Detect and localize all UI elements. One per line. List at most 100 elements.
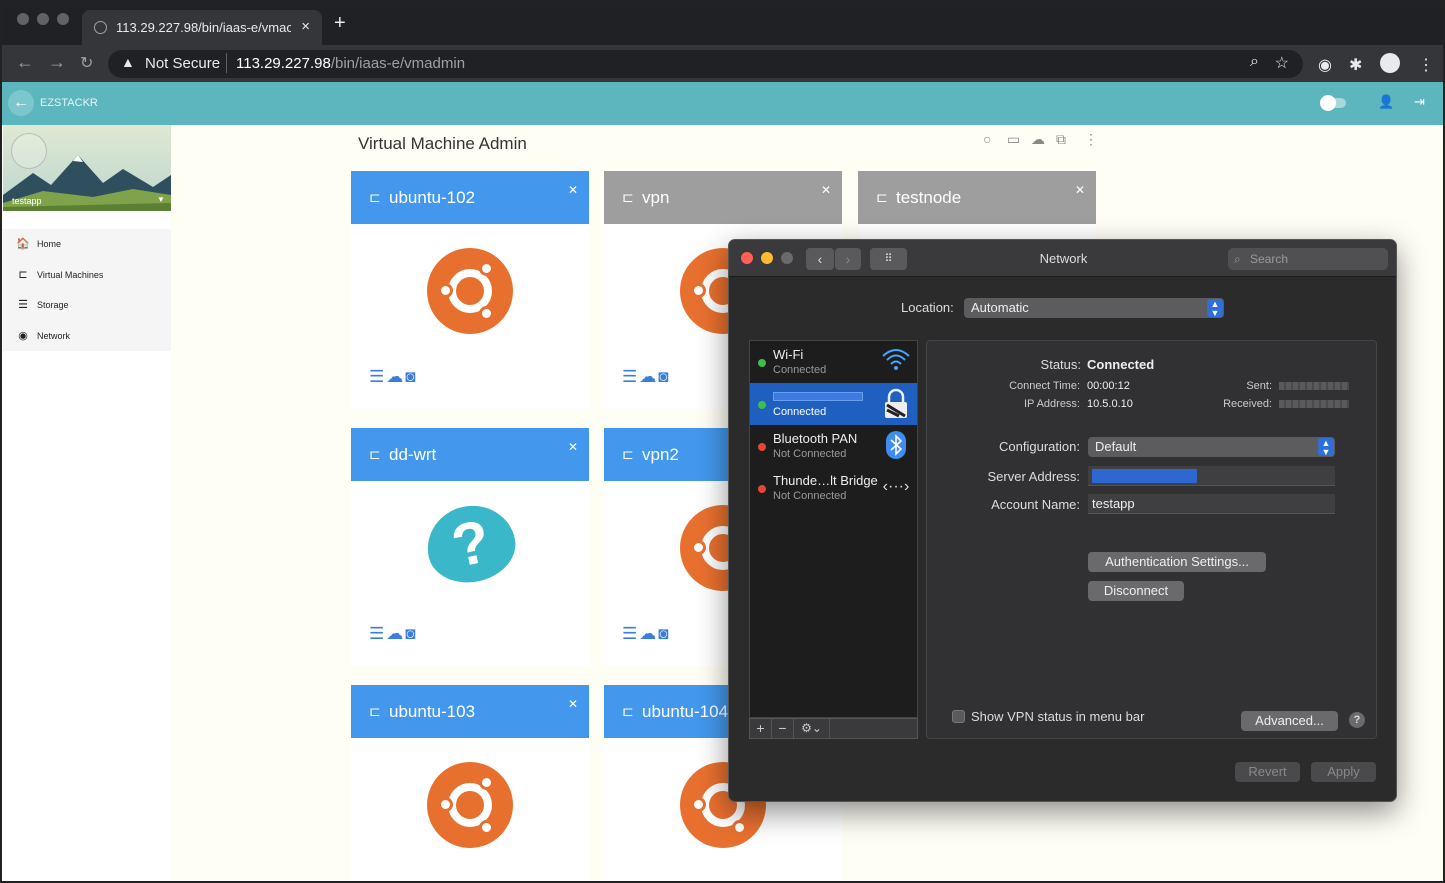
service-name: Bluetooth PAN — [773, 431, 858, 446]
refresh-icon[interactable]: ○ — [983, 131, 991, 147]
search-input[interactable]: ⌕ Search — [1228, 248, 1388, 270]
laptop-icon: ⊏ — [622, 446, 634, 462]
location-select[interactable]: Automatic ▲ ▼ — [964, 298, 1224, 318]
cloud-upload-icon[interactable]: ☁ — [386, 624, 405, 643]
window-zoom-button[interactable] — [57, 13, 69, 25]
camera-icon[interactable]: ◙ — [405, 367, 417, 386]
vm-actions: ☰☁◙ — [622, 367, 671, 387]
redacted-service-name — [773, 392, 863, 401]
cloud-upload-icon[interactable]: ☁ — [639, 367, 658, 386]
sidebar-item-network[interactable]: ◉ Network — [3, 321, 171, 351]
window-close-button[interactable] — [17, 13, 29, 25]
cloud-upload-icon[interactable]: ☁ — [639, 624, 658, 643]
list-icon[interactable]: ☰ — [369, 367, 386, 386]
list-icon[interactable]: ☰ — [369, 624, 386, 643]
revert-button[interactable]: Revert — [1235, 762, 1300, 782]
theme-toggle[interactable] — [1320, 95, 1346, 111]
close-icon[interactable]: ✕ — [568, 697, 578, 711]
camera-icon[interactable]: ◙ — [405, 624, 417, 643]
cloud-upload-icon[interactable]: ☁ — [386, 367, 405, 386]
reload-icon[interactable]: ↻ — [80, 53, 93, 73]
window-minimize-button[interactable] — [37, 13, 49, 25]
camera-icon[interactable]: ◙ — [658, 624, 670, 643]
address-bar[interactable]: ▲ Not Secure 113.29.227.98/bin/iaas-e/vm… — [108, 50, 1303, 78]
list-item[interactable]: Connected — [750, 383, 917, 425]
list-item[interactable]: Bluetooth PAN Not Connected — [750, 425, 917, 467]
vpn-lock-icon — [881, 388, 911, 418]
tab-close-icon[interactable]: × — [301, 18, 310, 35]
status-label: Status: — [1040, 357, 1081, 372]
vm-card-header[interactable]: ⊏ vpn ✕ — [604, 171, 842, 224]
back-arrow-icon[interactable]: ← — [8, 90, 34, 116]
network-preferences-window: ‹ › ⠿ Network ⌕ Search Location: Automat… — [728, 239, 1397, 802]
gear-icon[interactable]: ⚙⌄ — [794, 719, 830, 738]
puzzle-icon[interactable]: ✱ — [1349, 55, 1362, 75]
ip-address-label: IP Address: — [1023, 398, 1080, 410]
avatar[interactable] — [11, 133, 47, 169]
authentication-settings-button[interactable]: Authentication Settings... — [1088, 552, 1266, 572]
vm-card-header[interactable]: ⊏ ubuntu-102 ✕ — [351, 171, 589, 224]
tab-title: 113.29.227.98/bin/iaas-e/vmac — [116, 20, 291, 35]
bookmark-star-icon[interactable]: ☆ — [1275, 53, 1289, 73]
show-vpn-status-label: Show VPN status in menu bar — [971, 709, 1145, 724]
list-icon[interactable]: ☰ — [622, 624, 639, 643]
more-vert-icon[interactable]: ⋮ — [1084, 131, 1098, 148]
list-icon[interactable]: ☰ — [622, 367, 639, 386]
redacted-server-address — [1092, 469, 1197, 483]
unknown-os-icon: ? — [420, 497, 522, 591]
advanced-button[interactable]: Advanced... — [1241, 711, 1338, 731]
close-icon[interactable]: ✕ — [568, 440, 578, 454]
vm-name: vpn — [642, 188, 670, 207]
disconnect-button[interactable]: Disconnect — [1088, 581, 1184, 601]
close-icon[interactable]: ✕ — [821, 183, 831, 197]
service-status: Not Connected — [773, 490, 847, 502]
browser-tab[interactable]: 113.29.227.98/bin/iaas-e/vmac × — [82, 10, 322, 45]
close-icon[interactable]: ✕ — [568, 183, 578, 197]
bluetooth-icon — [881, 430, 911, 460]
sidebar-item-storage[interactable]: ☰ Storage — [3, 290, 171, 320]
new-tab-button[interactable]: + — [334, 13, 346, 33]
account-icon[interactable]: 👤 — [1378, 94, 1394, 110]
vm-card-header[interactable]: ⊏ dd-wrt ✕ — [351, 428, 589, 481]
location-label: Location: — [901, 300, 954, 315]
add-service-button[interactable]: + — [750, 719, 772, 738]
chevron-updown-icon: ▲ ▼ — [1207, 299, 1223, 318]
browser-menu-icon[interactable]: ⋮ — [1418, 55, 1434, 75]
divider — [226, 53, 227, 73]
chevron-down-icon[interactable]: ▼ — [157, 195, 165, 204]
vm-actions: ☰☁◙ — [622, 624, 671, 644]
profile-banner: testapp ▼ — [3, 125, 171, 211]
show-vpn-status-checkbox[interactable] — [952, 710, 965, 723]
vm-name: ubuntu-104 — [642, 702, 729, 721]
profile-avatar[interactable] — [1380, 53, 1400, 73]
camera-icon[interactable]: ◙ — [658, 367, 670, 386]
vm-card-header[interactable]: ⊏ testnode ✕ — [858, 171, 1096, 224]
forward-arrow-icon[interactable]: → — [48, 52, 66, 73]
account-name-field[interactable]: testapp — [1088, 494, 1335, 514]
logout-icon[interactable]: ⇥ — [1414, 94, 1425, 110]
back-arrow-icon[interactable]: ← — [16, 52, 34, 73]
console-icon[interactable]: ▭ — [1007, 131, 1020, 148]
sidebar-item-home[interactable]: 🏠 Home — [3, 229, 171, 259]
security-label: Not Secure — [145, 55, 221, 72]
laptop-off-icon: ⊏ — [876, 189, 888, 205]
apply-button[interactable]: Apply — [1311, 762, 1376, 782]
zoom-icon[interactable]: ⌕ — [1250, 53, 1259, 71]
copy-icon[interactable]: ⧉ — [1056, 131, 1066, 148]
remove-service-button[interactable]: − — [772, 719, 794, 738]
sidebar-item-virtual-machines[interactable]: ⊏ Virtual Machines — [3, 260, 171, 290]
server-address-field[interactable] — [1088, 466, 1335, 486]
extension-icon[interactable]: ◉ — [1318, 55, 1332, 75]
list-item[interactable]: Thunde…lt Bridge Not Connected ‹···› — [750, 467, 917, 509]
sent-meter — [1279, 382, 1349, 390]
help-button[interactable]: ? — [1349, 712, 1365, 728]
account-name-label: Account Name: — [991, 497, 1080, 512]
list-item[interactable]: Wi-Fi Connected — [750, 341, 917, 383]
cloud-upload-icon[interactable]: ☁ — [1031, 131, 1045, 148]
close-icon[interactable]: ✕ — [1075, 183, 1085, 197]
laptop-icon: ⊏ — [622, 703, 634, 719]
status-dot — [758, 359, 766, 367]
configuration-select[interactable]: Default ▲ ▼ — [1088, 437, 1335, 457]
vpn-detail-pane: Status: Connected Connect Time: 00:00:12… — [926, 340, 1377, 739]
vm-card-header[interactable]: ⊏ ubuntu-103 ✕ — [351, 685, 589, 738]
